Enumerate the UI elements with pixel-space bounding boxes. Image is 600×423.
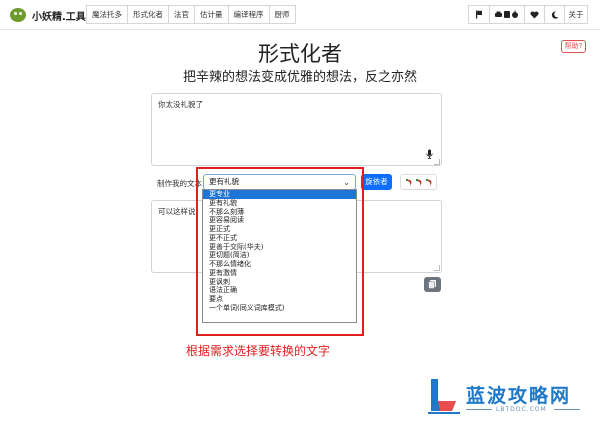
- input-text: 你太没礼貌了: [158, 100, 203, 109]
- watermark-title: 蓝波攻略网: [466, 385, 572, 407]
- nav-item-estimator[interactable]: 估计量: [194, 5, 229, 24]
- output-resize-handle[interactable]: [434, 265, 440, 271]
- about-link[interactable]: 关于: [564, 5, 588, 24]
- dark-mode-toggle[interactable]: [544, 5, 565, 24]
- brand[interactable]: 小妖精.工具: [10, 6, 86, 24]
- copy-icon: [428, 280, 436, 289]
- nav-item-magic-todo[interactable]: 魔法托多: [86, 5, 128, 24]
- watermark-subtitle: LBTDOC.COM: [496, 406, 547, 413]
- copy-button[interactable]: [424, 277, 441, 292]
- brand-name: 小妖精.工具: [32, 11, 86, 23]
- goblin-logo-icon: [10, 8, 26, 22]
- nav-item-judge[interactable]: 法官: [168, 5, 195, 24]
- annotation-highlight-box: [196, 167, 364, 336]
- utility-menu: 关于: [468, 5, 588, 24]
- tool-menu: 魔法托多 形式化者 法官 估计量 编译程序 厨师: [86, 5, 296, 24]
- nav-item-chef[interactable]: 厨师: [268, 5, 296, 24]
- chili-pepper-icon: [426, 179, 432, 186]
- moon-icon: [551, 11, 558, 19]
- input-textarea[interactable]: 你太没礼貌了: [151, 93, 442, 166]
- annotation-caption: 根据需求选择要转换的文字: [186, 344, 331, 358]
- flag-button[interactable]: [468, 5, 490, 24]
- platforms-button[interactable]: [489, 5, 525, 24]
- microphone-icon[interactable]: [426, 149, 433, 160]
- convert-button[interactable]: 旋依者: [361, 174, 392, 190]
- page-title: 形式化者: [258, 42, 342, 66]
- watermark-divider-left: [466, 409, 492, 410]
- spiciness-selector[interactable]: [400, 174, 437, 190]
- chili-pepper-icon: [416, 179, 422, 186]
- flag-icon: [476, 10, 482, 19]
- top-navbar: 小妖精.工具 魔法托多 形式化者 法官 估计量 编译程序 厨师 关于: [0, 0, 600, 30]
- chili-pepper-icon: [406, 179, 412, 186]
- nav-item-formalizer[interactable]: 形式化者: [127, 5, 169, 24]
- watermark-logo-icon: [428, 379, 460, 414]
- nav-item-compiler[interactable]: 编译程序: [227, 5, 270, 24]
- heart-icon: [530, 11, 539, 19]
- platform-icons: [495, 10, 518, 18]
- page-subtitle: 把辛辣的想法变成优雅的想法，反之亦然: [182, 70, 417, 85]
- favorite-button[interactable]: [524, 5, 545, 24]
- input-resize-handle[interactable]: [434, 159, 440, 165]
- watermark-divider-right: [554, 409, 580, 410]
